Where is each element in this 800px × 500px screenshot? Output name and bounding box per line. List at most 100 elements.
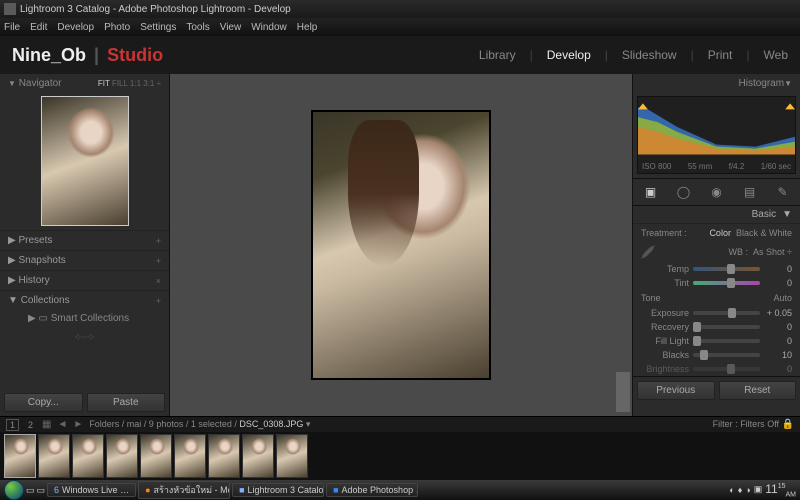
navigator-zoom-opts[interactable]: FIT FILL 1:1 3:1 ÷ <box>98 79 161 88</box>
quicklaunch-icon[interactable]: ▭ <box>26 485 35 496</box>
module-web[interactable]: Web <box>764 48 788 62</box>
smart-collections-item[interactable]: ▶ ▭ Smart Collections <box>0 310 169 327</box>
left-panel: ▼ Navigator FIT FILL 1:1 3:1 ÷ ▶ Presets… <box>0 74 170 416</box>
system-tray[interactable]: ◐ ♦ ◑ ▣ 1115AM <box>729 482 796 498</box>
history-clear-icon[interactable]: × <box>156 276 161 286</box>
filmstrip-thumb[interactable] <box>140 434 172 478</box>
basic-panel-header[interactable]: Basic ▼ <box>633 206 800 224</box>
module-slideshow[interactable]: Slideshow <box>622 48 677 62</box>
redeye-tool-icon[interactable]: ◉ <box>708 183 726 201</box>
tint-value: 0 <box>764 278 792 288</box>
task-lightroom[interactable]: ■Lightroom 3 Catalo… <box>232 483 324 497</box>
scrollbar-thumb[interactable] <box>616 372 630 412</box>
menu-file[interactable]: File <box>4 22 20 33</box>
treatment-label: Treatment : <box>641 228 687 238</box>
treatment-color[interactable]: Color <box>709 228 731 238</box>
crop-tool-icon[interactable]: ▣ <box>642 183 660 201</box>
module-library[interactable]: Library <box>479 48 516 62</box>
photo-preview <box>311 110 491 380</box>
menu-edit[interactable]: Edit <box>30 22 47 33</box>
graduated-filter-icon[interactable]: ▤ <box>741 183 759 201</box>
histogram[interactable]: ISO 800 55 mm f/4.2 1/60 sec <box>637 96 796 174</box>
menu-window[interactable]: Window <box>251 22 287 33</box>
grid-view-icon[interactable]: ▦ <box>42 419 51 430</box>
histogram-header[interactable]: Histogram ▼ <box>633 74 800 92</box>
blacks-slider[interactable]: Blacks 10 <box>633 348 800 362</box>
filmstrip-thumb[interactable] <box>242 434 274 478</box>
filmstrip[interactable] <box>0 432 800 480</box>
filmstrip-thumb[interactable] <box>38 434 70 478</box>
spot-removal-icon[interactable]: ◯ <box>675 183 693 201</box>
exposure-slider[interactable]: Exposure + 0.05 <box>633 306 800 320</box>
task-windows-live[interactable]: 6Windows Live … <box>47 483 136 497</box>
task-photoshop[interactable]: ■Adobe Photoshop … <box>326 483 418 497</box>
treatment-bw[interactable]: Black & White <box>736 228 792 238</box>
filmstrip-thumb[interactable] <box>174 434 206 478</box>
task-firefox[interactable]: ●สร้างหัวข้อใหม่ - Moz… <box>138 481 230 499</box>
app-icon <box>4 3 16 15</box>
auto-tone-button[interactable]: Auto <box>773 293 792 303</box>
wb-dropdown[interactable]: As Shot ÷ <box>753 247 792 257</box>
menu-settings[interactable]: Settings <box>140 22 176 33</box>
collections-add-icon[interactable]: + <box>156 296 161 306</box>
panel-end-ornament: ⟡∾⟡ <box>0 327 169 348</box>
module-print[interactable]: Print <box>708 48 733 62</box>
recovery-label: Recovery <box>641 322 689 332</box>
reset-button[interactable]: Reset <box>719 381 797 400</box>
start-button[interactable] <box>4 480 24 500</box>
exif-aperture: f/4.2 <box>729 162 745 171</box>
collections-label: Collections <box>21 295 70 306</box>
snapshots-add-icon[interactable]: + <box>156 256 161 266</box>
filter-lock-icon[interactable]: 🔒 <box>782 419 794 430</box>
filmstrip-thumb[interactable] <box>208 434 240 478</box>
filter-control[interactable]: Filter : Filters Off 🔒 <box>713 419 794 430</box>
nav-fwd-icon[interactable]: ► <box>73 419 83 430</box>
panel-collections[interactable]: ▼ Collections + <box>0 290 169 310</box>
tint-slider[interactable]: Tint 0 <box>633 276 800 290</box>
quicklaunch-icon[interactable]: ▭ <box>37 485 46 496</box>
navigator-header[interactable]: ▼ Navigator FIT FILL 1:1 3:1 ÷ <box>0 74 169 92</box>
filmstrip-thumb[interactable] <box>4 434 36 478</box>
menu-tools[interactable]: Tools <box>186 22 209 33</box>
presets-add-icon[interactable]: + <box>156 236 161 246</box>
filmstrip-thumb[interactable] <box>72 434 104 478</box>
menu-develop[interactable]: Develop <box>57 22 94 33</box>
histogram-exif: ISO 800 55 mm f/4.2 1/60 sec <box>638 160 795 173</box>
exif-shutter: 1/60 sec <box>761 162 791 171</box>
paste-button[interactable]: Paste <box>87 393 166 412</box>
filllight-slider[interactable]: Fill Light 0 <box>633 334 800 348</box>
wb-label: WB : <box>729 247 749 257</box>
adjustment-brush-icon[interactable]: ✎ <box>774 183 792 201</box>
menu-photo[interactable]: Photo <box>104 22 130 33</box>
panel-history[interactable]: ▶ History × <box>0 270 169 290</box>
recovery-slider[interactable]: Recovery 0 <box>633 320 800 334</box>
module-develop[interactable]: Develop <box>547 48 591 62</box>
nav-back-icon[interactable]: ◄ <box>57 419 67 430</box>
right-panel: Histogram ▼ ISO 800 55 mm f/4.2 1/60 sec… <box>632 74 800 416</box>
navigator-title: Navigator <box>19 78 62 89</box>
temp-slider[interactable]: Temp 0 <box>633 262 800 276</box>
filmstrip-thumb[interactable] <box>276 434 308 478</box>
window-2-button[interactable]: 2 <box>25 420 36 430</box>
copy-button[interactable]: Copy... <box>4 393 83 412</box>
panel-presets[interactable]: ▶ Presets + <box>0 230 169 250</box>
brightness-slider[interactable]: Brightness 0 <box>633 362 800 376</box>
exposure-label: Exposure <box>641 308 689 318</box>
clock[interactable]: 1115AM <box>765 482 796 498</box>
tray-icon[interactable]: ▣ <box>754 484 763 495</box>
preview-area[interactable] <box>170 74 632 416</box>
tray-icon[interactable]: ♦ <box>738 485 743 495</box>
menu-view[interactable]: View <box>220 22 242 33</box>
tray-icon[interactable]: ◐ <box>729 485 734 495</box>
window-1-button[interactable]: 1 <box>6 419 19 431</box>
identity-left: Nine_Ob <box>12 45 86 65</box>
previous-button[interactable]: Previous <box>637 381 715 400</box>
eyedropper-icon[interactable] <box>641 245 655 259</box>
temp-value: 0 <box>764 264 792 274</box>
navigator-thumbnail[interactable] <box>41 96 129 226</box>
blacks-label: Blacks <box>641 350 689 360</box>
tray-icon[interactable]: ◑ <box>745 485 750 495</box>
panel-snapshots[interactable]: ▶ Snapshots + <box>0 250 169 270</box>
menu-help[interactable]: Help <box>297 22 318 33</box>
filmstrip-thumb[interactable] <box>106 434 138 478</box>
